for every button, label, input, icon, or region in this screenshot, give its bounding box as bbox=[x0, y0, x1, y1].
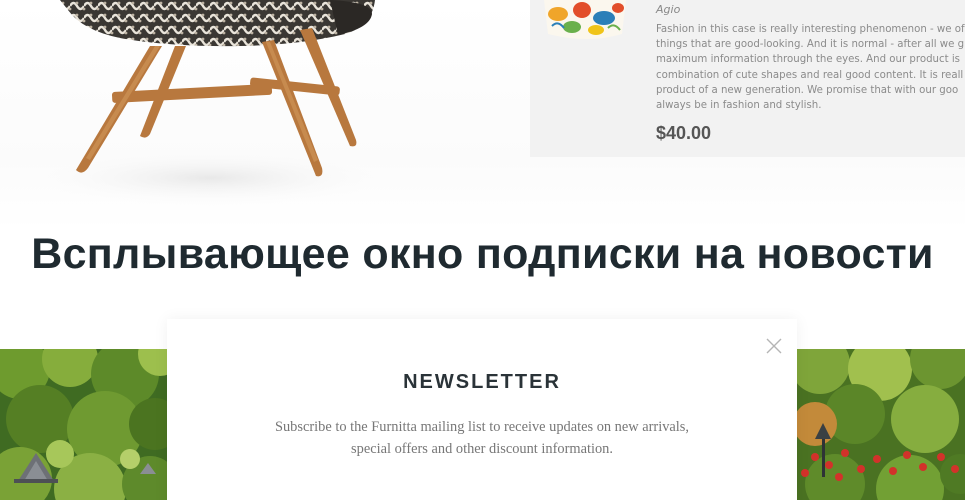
newsletter-title: NEWSLETTER bbox=[403, 371, 561, 393]
page-title: Всплывающее окно подписки на новости bbox=[31, 230, 934, 278]
product-thumbnail[interactable] bbox=[538, 0, 630, 42]
newsletter-popup: NEWSLETTER Subscribe to the Furnitta mai… bbox=[167, 319, 797, 500]
hero-section: Agio Fashion in this case is really inte… bbox=[0, 0, 965, 230]
chair-image bbox=[10, 0, 410, 208]
garden-photo-left bbox=[0, 349, 170, 500]
product-description: Fashion in this case is really interesti… bbox=[656, 24, 965, 112]
product-brand[interactable]: Agio bbox=[656, 3, 680, 16]
close-icon[interactable] bbox=[764, 336, 784, 356]
newsletter-description: Subscribe to the Furnitta mailing list t… bbox=[274, 419, 690, 457]
product-card: Agio Fashion in this case is really inte… bbox=[530, 0, 965, 157]
garden-photo-right bbox=[795, 349, 965, 500]
product-price: $40.00 bbox=[656, 123, 712, 143]
